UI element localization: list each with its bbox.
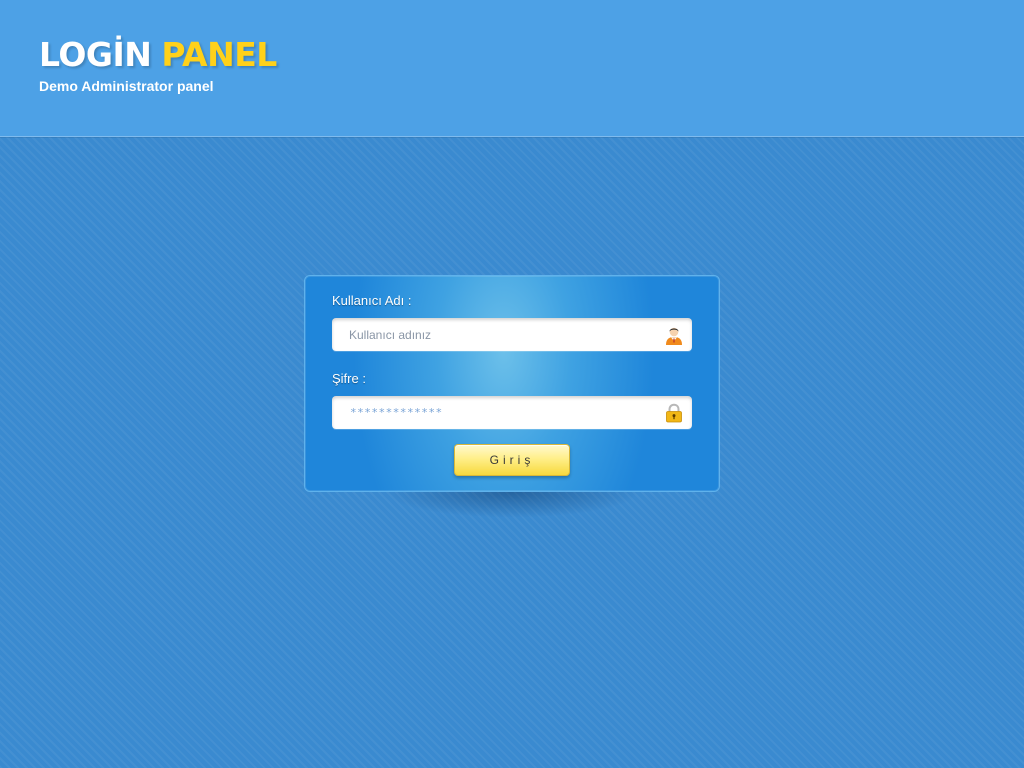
username-input[interactable] xyxy=(332,318,667,351)
lock-icon xyxy=(664,403,684,423)
password-input[interactable]: ************* xyxy=(350,406,443,419)
password-label: Şifre : xyxy=(332,371,366,386)
header-bar: LOGİN PANEL Demo Administrator panel xyxy=(0,0,1024,137)
username-field-box xyxy=(332,318,692,351)
username-label: Kullanıcı Adı : xyxy=(332,293,412,308)
user-icon xyxy=(664,325,684,345)
header-subtitle: Demo Administrator panel xyxy=(39,78,214,94)
logo-word-panel: PANEL xyxy=(161,35,277,74)
login-form: Kullanıcı Adı : Şifre : ************* Gi… xyxy=(304,275,720,492)
panel-drop-shadow xyxy=(384,492,640,518)
password-field-box[interactable]: ************* xyxy=(332,396,692,429)
logo-word-login: LOGİN xyxy=(39,35,152,74)
login-button[interactable]: Giriş xyxy=(454,444,570,476)
logo: LOGİN PANEL xyxy=(39,36,277,74)
